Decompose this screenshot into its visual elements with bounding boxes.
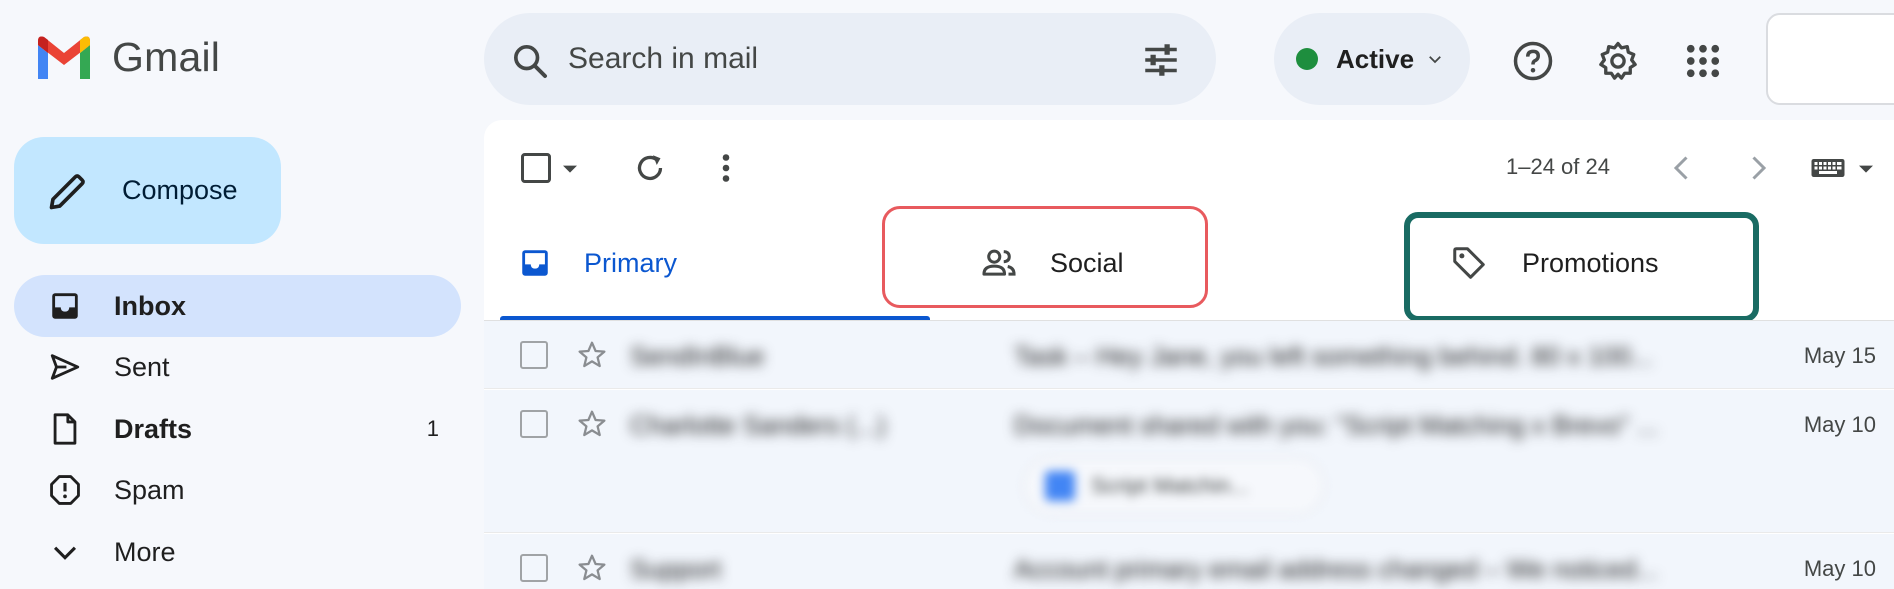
gmail-m-icon <box>38 36 90 79</box>
email-date: May 10 <box>1803 412 1876 437</box>
search-icon[interactable] <box>510 41 550 81</box>
pagination-label: 1–24 of 24 <box>1506 154 1610 179</box>
send-icon <box>50 354 80 380</box>
draft-icon <box>53 413 77 445</box>
email-sender: Charlotte Sanders (...) <box>630 410 886 440</box>
tab-promotions[interactable]: Promotions <box>1450 244 1659 282</box>
sidebar-item-label: Spam <box>114 474 185 505</box>
sidebar-item-inbox[interactable]: Inbox <box>14 275 461 337</box>
status-label: Active <box>1336 43 1415 74</box>
account-button[interactable] <box>1766 13 1894 105</box>
help-icon[interactable] <box>1512 40 1554 82</box>
gmail-wordmark: Gmail <box>112 34 221 80</box>
tab-social[interactable]: Social <box>980 244 1124 282</box>
chevron-right-icon[interactable] <box>1740 150 1776 186</box>
select-dropdown-icon[interactable] <box>556 150 584 186</box>
sidebar-item-label: Drafts <box>114 413 193 444</box>
row-checkbox[interactable] <box>520 341 548 369</box>
chevron-down-icon <box>53 546 77 560</box>
email-subject: Task – Hey Jane, you left something behi… <box>1014 341 1653 371</box>
star-icon[interactable] <box>576 552 608 584</box>
tab-label: Primary <box>584 247 677 278</box>
search-options-icon[interactable] <box>1140 39 1182 81</box>
keyboard-icon[interactable] <box>1810 150 1846 186</box>
sidebar-item-label: Inbox <box>114 290 186 321</box>
email-date: May 15 <box>1803 343 1876 368</box>
gmail-logo[interactable]: Gmail <box>34 34 220 81</box>
email-sender: SendInBlue <box>630 341 765 371</box>
email-subject: Document shared with you: "Script Matchi… <box>1014 410 1659 440</box>
settings-icon[interactable] <box>1597 40 1639 82</box>
select-all-checkbox[interactable] <box>518 150 554 186</box>
input-tools-dropdown-icon[interactable] <box>1852 150 1880 186</box>
status-button[interactable]: Active <box>1274 13 1470 105</box>
table-row[interactable]: Support Account primary email address ch… <box>484 534 1894 589</box>
tab-label: Promotions <box>1522 247 1659 278</box>
inbox-icon <box>52 293 78 319</box>
chevron-down-icon <box>1429 56 1441 64</box>
sidebar-item-label: Sent <box>114 351 170 382</box>
compose-button[interactable]: Compose <box>14 137 281 244</box>
search-input[interactable] <box>568 33 1108 85</box>
attachment-chip[interactable]: Script Matchin... <box>1024 458 1324 514</box>
inbox-tab-icon <box>522 250 548 276</box>
chevron-left-icon[interactable] <box>1664 150 1700 186</box>
sidebar-item-label: More <box>114 536 176 567</box>
email-date: May 10 <box>1803 556 1876 581</box>
email-subject: Account primary email address changed – … <box>1014 554 1659 584</box>
search-bar[interactable] <box>484 13 1216 105</box>
tab-label: Social <box>1050 247 1124 278</box>
people-icon <box>982 249 1016 276</box>
table-row[interactable]: SendInBlue Task – Hey Jane, you left som… <box>484 321 1894 389</box>
row-checkbox[interactable] <box>520 554 548 582</box>
sidebar-item-drafts[interactable]: Drafts 1 <box>14 398 461 460</box>
drafts-count: 1 <box>426 416 439 441</box>
sidebar-item-sent[interactable]: Sent <box>14 336 461 398</box>
email-sender: Support <box>630 554 722 584</box>
star-icon[interactable] <box>576 339 608 371</box>
sidebar-item-spam[interactable]: Spam <box>14 459 461 521</box>
status-dot <box>1296 48 1318 70</box>
more-vert-icon[interactable] <box>708 150 744 186</box>
apps-grid-icon[interactable] <box>1682 40 1724 82</box>
doc-icon <box>1045 471 1075 501</box>
attachment-name: Script Matchin... <box>1091 473 1249 498</box>
row-checkbox[interactable] <box>520 410 548 438</box>
pencil-icon <box>49 173 85 209</box>
spam-icon <box>50 475 80 505</box>
refresh-icon[interactable] <box>632 150 668 186</box>
tab-primary[interactable]: Primary <box>518 246 677 280</box>
sidebar-item-more[interactable]: More <box>14 521 461 583</box>
table-row[interactable]: Charlotte Sanders (...) Document shared … <box>484 390 1894 533</box>
star-icon[interactable] <box>576 408 608 440</box>
compose-label: Compose <box>122 175 238 205</box>
tag-icon <box>1453 247 1485 279</box>
